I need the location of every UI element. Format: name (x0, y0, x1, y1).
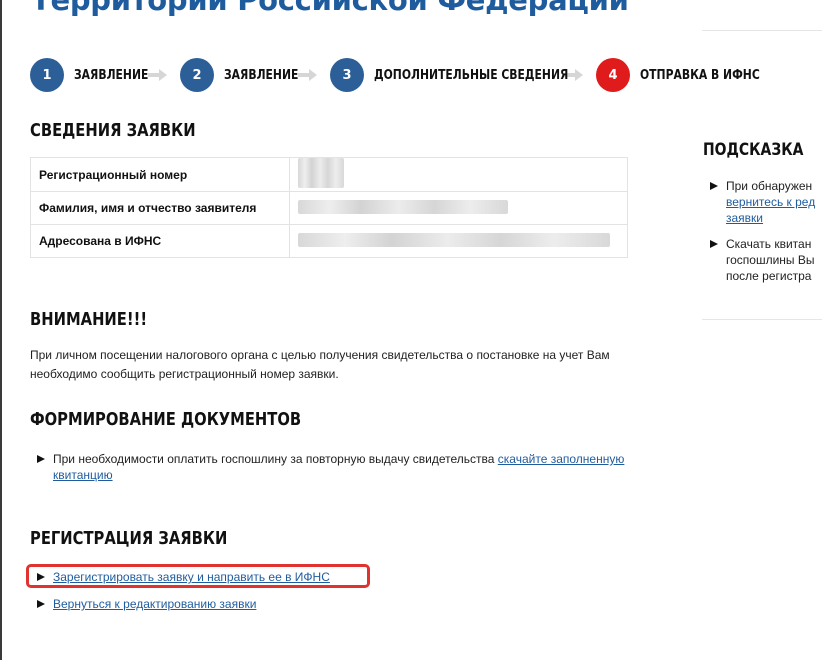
step-number: 1 (30, 58, 64, 92)
step-label: ЗАЯВЛЕНИЕ (74, 67, 149, 83)
redacted-value (298, 158, 344, 188)
list-item: Скачать квитан госпошлины Вы после регис… (703, 236, 822, 284)
sidebar-divider (702, 319, 822, 320)
step-number: 2 (180, 58, 214, 92)
step-2[interactable]: 2 ЗАЯВЛЕНИЕ (180, 58, 304, 92)
window-frame-edge (0, 0, 2, 660)
warning-text: При личном посещении налогового органа с… (30, 348, 610, 381)
registration-title: РЕГИСТРАЦИЯ ЗАЯВКИ (30, 528, 228, 549)
hint-text: Скачать квитан (726, 237, 812, 251)
documents-list: При необходимости оплатить госпошлину за… (30, 451, 630, 483)
table-row: Фамилия, имя и отчество заявителя (30, 191, 628, 225)
highlight-annotation (26, 564, 370, 588)
step-number: 4 (596, 58, 630, 92)
chevron-right-icon (710, 240, 718, 248)
arrow-right-icon (298, 68, 318, 82)
redacted-value (298, 232, 610, 247)
warning-title: ВНИМАНИЕ!!! (30, 309, 148, 330)
list-item: При обнаружен вернитесь к ред заявки (703, 178, 822, 226)
page-title: Территории Российской Федерации (31, 0, 629, 17)
sidebar-title: ПОДСКАЗКА (703, 140, 804, 160)
documents-title: ФОРМИРОВАНИЕ ДОКУМЕНТОВ (30, 409, 302, 430)
table-row: Регистрационный номер (30, 157, 628, 192)
application-info-title: СВЕДЕНИЯ ЗАЯВКИ (30, 120, 196, 141)
hint-text: госпошлины Вы (726, 253, 815, 267)
hint-list: При обнаружен вернитесь к ред заявки Ска… (703, 178, 822, 294)
step-label: ОТПРАВКА В ИФНС (640, 67, 760, 83)
back-to-edit-link[interactable]: Вернуться к редактированию заявки (53, 597, 256, 611)
table-row: Адресована в ИФНС (30, 224, 628, 258)
edit-application-link[interactable]: вернитесь к ред (726, 195, 815, 209)
list-item: При необходимости оплатить госпошлину за… (30, 451, 630, 483)
redacted-value (298, 199, 508, 214)
step-1[interactable]: 1 ЗАЯВЛЕНИЕ (30, 58, 154, 92)
edit-application-link-cont[interactable]: заявки (726, 211, 763, 225)
chevron-right-icon (710, 182, 718, 190)
step-label: ЗАЯВЛЕНИЕ (224, 67, 299, 83)
application-info-table: Регистрационный номер Фамилия, имя и отч… (30, 157, 628, 258)
hint-text: после регистра (726, 269, 812, 283)
list-item: Вернуться к редактированию заявки (30, 596, 430, 612)
arrow-right-icon (148, 68, 168, 82)
table-cell-value (289, 157, 628, 192)
table-cell-label: Регистрационный номер (30, 157, 290, 192)
table-cell-label: Адресована в ИФНС (30, 224, 290, 258)
table-cell-value (289, 191, 628, 225)
chevron-right-icon (37, 600, 45, 608)
step-4[interactable]: 4 ОТПРАВКА В ИФНС (596, 58, 790, 92)
step-label: ДОПОЛНИТЕЛЬНЫЕ СВЕДЕНИЯ (374, 67, 569, 83)
documents-item-text: При необходимости оплатить госпошлину за… (53, 452, 498, 466)
progress-stepper: 1 ЗАЯВЛЕНИЕ 2 ЗАЯВЛЕНИЕ 3 ДОПОЛНИТЕЛЬНЫЕ… (30, 58, 790, 92)
table-cell-label: Фамилия, имя и отчество заявителя (30, 191, 290, 225)
chevron-right-icon (37, 455, 45, 463)
step-3[interactable]: 3 ДОПОЛНИТЕЛЬНЫЕ СВЕДЕНИЯ (330, 58, 570, 92)
sidebar-top-divider (702, 30, 822, 31)
hint-text: При обнаружен (726, 179, 813, 193)
step-number: 3 (330, 58, 364, 92)
table-cell-value (289, 224, 628, 258)
